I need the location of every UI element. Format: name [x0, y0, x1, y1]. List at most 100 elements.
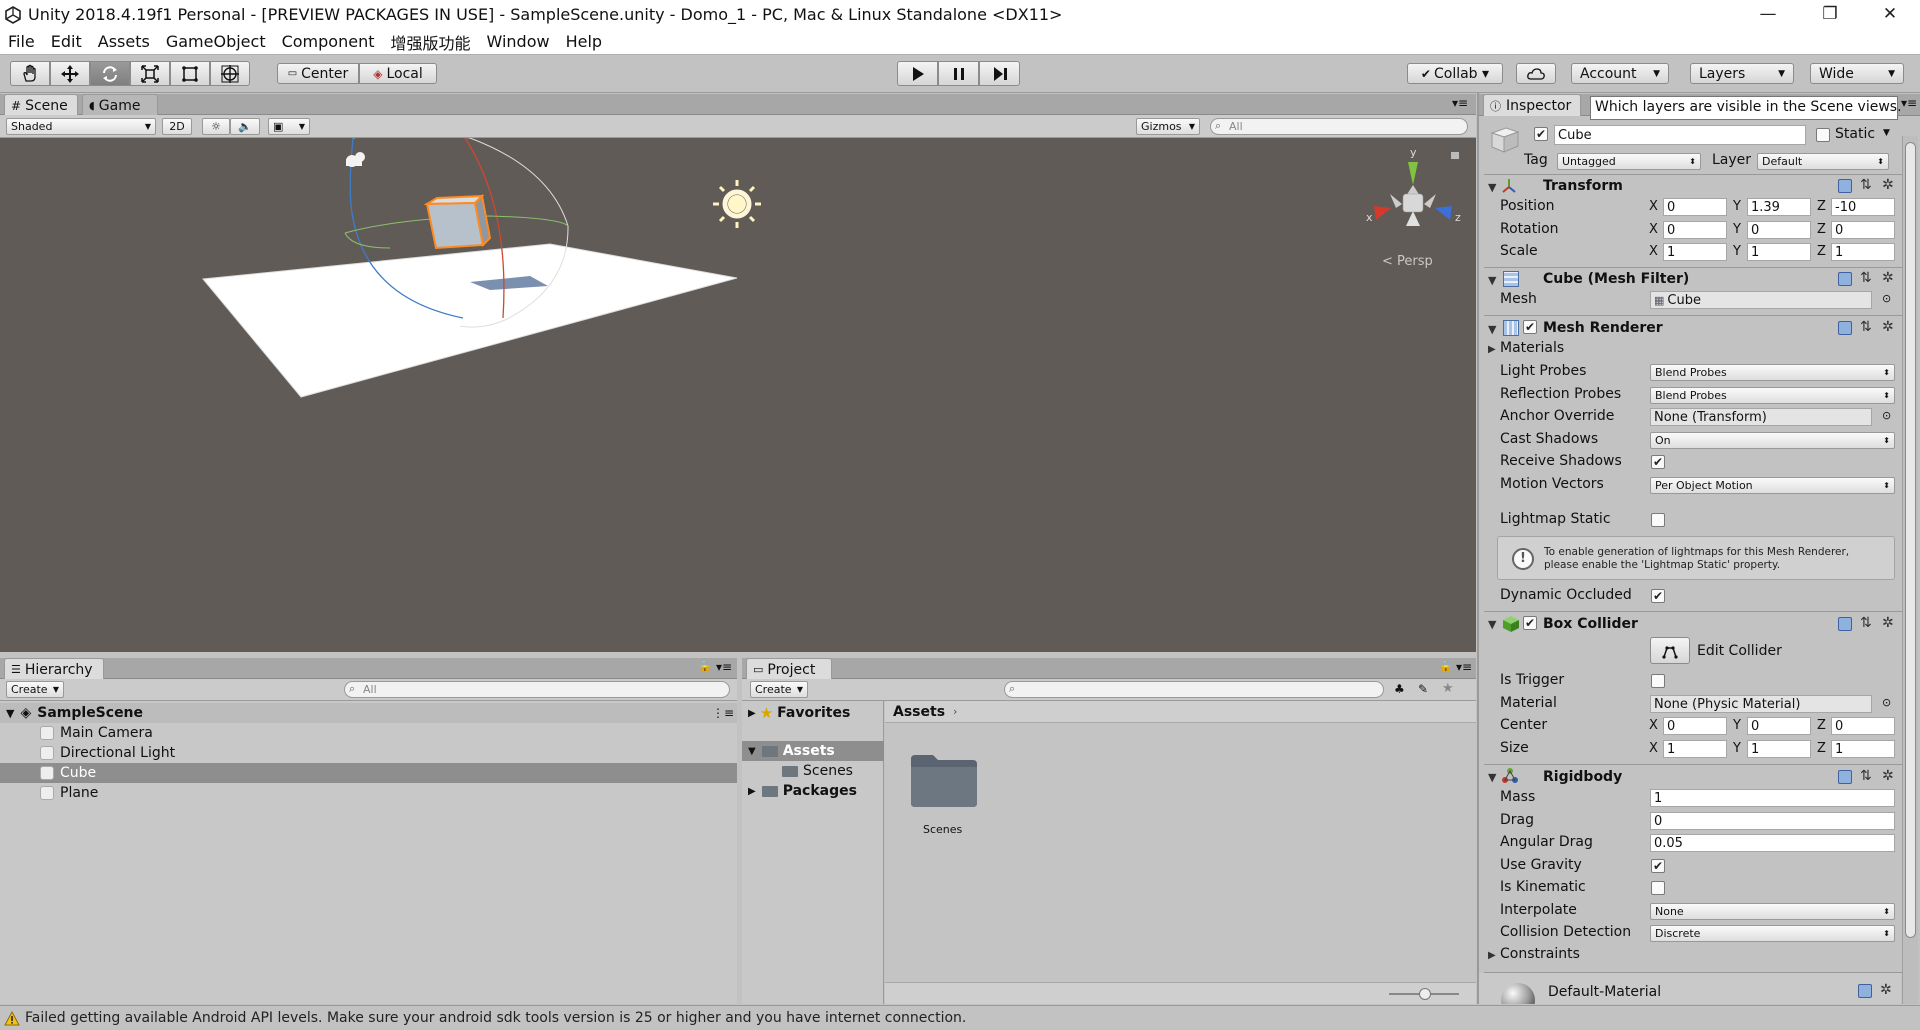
scene-root-row[interactable]: ▼ ◈ SampleScene ⋮≡: [0, 703, 737, 723]
gizmos-dropdown[interactable]: Gizmos ▼: [1136, 118, 1200, 135]
scale-tool-button[interactable]: [130, 61, 170, 86]
anchor-override-field[interactable]: None (Transform): [1650, 408, 1872, 426]
is-trigger-checkbox[interactable]: [1651, 674, 1665, 688]
rect-tool-button[interactable]: [170, 61, 210, 86]
panel-menu-icon[interactable]: ▾≡: [1901, 96, 1917, 110]
layer-dropdown[interactable]: Default ⬍: [1757, 153, 1889, 170]
center-y-field[interactable]: 0: [1747, 717, 1811, 735]
mesh-object-field[interactable]: ▦ Cube: [1650, 291, 1872, 309]
menu-gameobject[interactable]: GameObject: [158, 32, 274, 51]
hierarchy-search-input[interactable]: ⌕ All: [344, 681, 730, 698]
constraints-label[interactable]: Constraints: [1500, 946, 1580, 962]
reflection-probes-dropdown[interactable]: Blend Probes ⬍: [1650, 387, 1895, 404]
help-book-icon[interactable]: [1838, 321, 1852, 335]
hierarchy-item[interactable]: Directional Light: [0, 743, 737, 763]
cube-object[interactable]: [423, 193, 492, 250]
x-axis-cone[interactable]: [1374, 206, 1391, 220]
help-book-icon[interactable]: [1858, 984, 1872, 998]
expand-arrow-icon[interactable]: ▼: [6, 707, 14, 720]
menu-assets[interactable]: Assets: [90, 32, 158, 51]
help-book-icon[interactable]: [1838, 617, 1852, 631]
maximize-button[interactable]: ❐: [1802, 0, 1858, 29]
menu-enhanced[interactable]: 增强版功能: [382, 30, 478, 54]
preset-icon[interactable]: ⇅: [1860, 270, 1872, 286]
size-y-field[interactable]: 1: [1747, 740, 1811, 758]
menu-component[interactable]: Component: [274, 32, 383, 51]
z-axis-cone[interactable]: [1435, 206, 1452, 220]
expand-arrow-icon[interactable]: ▶: [1488, 344, 1496, 355]
active-checkbox[interactable]: ✔: [1534, 127, 1548, 141]
tab-hierarchy[interactable]: ☰ Hierarchy: [4, 658, 104, 680]
static-dropdown-icon[interactable]: ▼: [1883, 128, 1890, 138]
rotation-y-field[interactable]: 0: [1747, 221, 1811, 239]
scene-viewport[interactable]: y x z < Persp: [0, 138, 1476, 652]
lock-icon[interactable]: [1451, 152, 1459, 159]
collision-detection-dropdown[interactable]: Discrete ⬍: [1650, 925, 1895, 942]
minimize-button[interactable]: —: [1740, 0, 1796, 29]
hierarchy-create-dropdown[interactable]: Create ▼: [6, 681, 64, 698]
position-y-field[interactable]: 1.39: [1747, 198, 1811, 216]
lock-icon[interactable]: 🔒: [1439, 660, 1453, 673]
is-kinematic-checkbox[interactable]: [1651, 881, 1665, 895]
scale-z-field[interactable]: 1: [1831, 243, 1895, 261]
2d-toggle-button[interactable]: 2D: [162, 118, 192, 135]
favorites-row[interactable]: ▶ ★ Favorites: [742, 703, 884, 723]
cloud-button[interactable]: [1516, 63, 1556, 84]
tab-inspector[interactable]: ⓘ Inspector: [1483, 94, 1581, 116]
materials-label[interactable]: Materials: [1500, 340, 1564, 356]
scenes-folder-row[interactable]: Scenes: [742, 761, 884, 781]
lock-icon[interactable]: 🔒: [698, 660, 712, 673]
breadcrumb-assets[interactable]: Assets: [893, 704, 945, 720]
assets-folder-row[interactable]: ▼ Assets: [742, 741, 884, 761]
gear-icon[interactable]: ✲: [1882, 177, 1894, 193]
scene-effects-dropdown[interactable]: ▣ ▼: [268, 118, 310, 135]
expand-arrow-icon[interactable]: ▶: [748, 786, 756, 797]
panel-menu-icon[interactable]: ▾≡: [716, 660, 732, 674]
gear-icon[interactable]: ✲: [1882, 319, 1894, 335]
expand-arrow-icon[interactable]: ▶: [748, 708, 756, 719]
collapse-arrow-icon[interactable]: ▼: [1488, 771, 1496, 784]
project-search-input[interactable]: ⌕: [1004, 681, 1384, 698]
play-button[interactable]: [897, 61, 938, 86]
position-z-field[interactable]: -10: [1831, 198, 1895, 216]
zoom-slider-thumb[interactable]: [1419, 988, 1431, 1000]
box-collider-enabled-checkbox[interactable]: ✔: [1523, 616, 1537, 630]
menu-help[interactable]: Help: [558, 32, 610, 51]
favorite-star-icon[interactable]: ★: [1442, 681, 1454, 696]
panel-menu-icon[interactable]: ▾≡: [1456, 660, 1472, 674]
collapse-arrow-icon[interactable]: ▼: [1488, 181, 1496, 194]
static-checkbox[interactable]: [1816, 128, 1830, 142]
plane-object[interactable]: [202, 243, 738, 398]
tag-dropdown[interactable]: Untagged ⬍: [1557, 153, 1701, 170]
cast-shadows-dropdown[interactable]: On ⬍: [1650, 432, 1895, 449]
rotation-x-field[interactable]: 0: [1663, 221, 1727, 239]
receive-shadows-checkbox[interactable]: ✔: [1651, 455, 1665, 469]
position-x-field[interactable]: 0: [1663, 198, 1727, 216]
scene-audio-button[interactable]: 🔈: [230, 118, 260, 135]
preset-icon[interactable]: ⇅: [1860, 768, 1872, 784]
rotate-tool-button[interactable]: [90, 61, 130, 86]
angular-drag-field[interactable]: 0.05: [1650, 834, 1895, 852]
camera-gizmo-icon[interactable]: [346, 152, 365, 167]
preset-icon[interactable]: ⇅: [1860, 177, 1872, 193]
pause-button[interactable]: [938, 61, 979, 86]
hand-tool-button[interactable]: [10, 61, 50, 86]
expand-arrow-icon[interactable]: ▶: [1488, 950, 1496, 961]
status-bar[interactable]: Failed getting available Android API lev…: [0, 1005, 1920, 1030]
tab-project[interactable]: ▭ Project: [746, 658, 832, 680]
close-button[interactable]: ✕: [1862, 0, 1918, 29]
menu-edit[interactable]: Edit: [43, 32, 90, 51]
shading-mode-dropdown[interactable]: Shaded ▼: [6, 118, 156, 135]
mesh-renderer-enabled-checkbox[interactable]: ✔: [1523, 320, 1537, 334]
scene-search-input[interactable]: ⌕ All: [1210, 118, 1468, 135]
interpolate-dropdown[interactable]: None ⬍: [1650, 903, 1895, 920]
hierarchy-item-selected[interactable]: Cube: [0, 763, 737, 783]
gear-icon[interactable]: ✲: [1882, 768, 1894, 784]
scene-menu-icon[interactable]: ⋮≡: [712, 706, 734, 720]
light-probes-dropdown[interactable]: Blend Probes ⬍: [1650, 364, 1895, 381]
hierarchy-item[interactable]: Plane: [0, 783, 737, 803]
account-dropdown[interactable]: Account ▼: [1571, 63, 1669, 84]
inspector-scrollbar[interactable]: [1902, 136, 1918, 1004]
center-x-field[interactable]: 0: [1663, 717, 1727, 735]
object-picker-icon[interactable]: ⊙: [1882, 292, 1891, 305]
